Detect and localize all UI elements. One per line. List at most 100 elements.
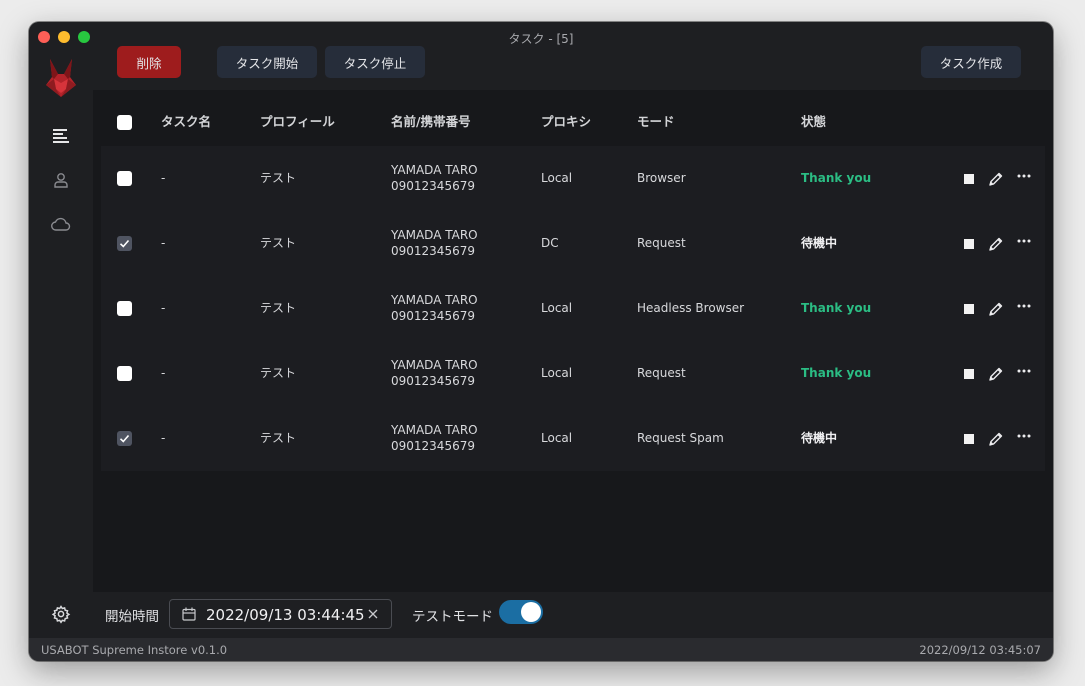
row-checkbox[interactable] [117,301,132,316]
phone-number: 09012345679 [391,374,475,388]
edit-task-button[interactable] [987,170,1005,188]
table-row[interactable]: - テスト YAMADA TARO 09012345679 DC Request 待機中 [101,211,1045,276]
minimize-window-button[interactable] [58,31,70,43]
more-icon [1017,369,1031,373]
user-icon [54,173,68,188]
create-task-button[interactable]: タスク作成 [921,46,1021,78]
app-logo [46,59,76,97]
start-task-button[interactable]: タスク開始 [217,46,317,78]
table-row[interactable]: - テスト YAMADA TARO 09012345679 Local Request Th… [101,341,1045,406]
task-table: - テスト YAMADA TARO 09012345679 Local Browser Th… [101,146,1045,471]
more-actions-button[interactable] [1015,297,1033,315]
edit-task-button[interactable] [987,235,1005,253]
stop-task-row-button[interactable] [960,235,978,253]
bottom-bar: 開始時間 2022/09/13 03:44:45 テストモード [29,592,1053,638]
profile-cell: テスト [260,366,297,380]
status-cell: 待機中 [801,431,838,445]
pencil-icon [989,302,1003,316]
mode-cell: Request Spam [637,431,724,445]
stop-icon [964,369,974,379]
stop-task-button[interactable]: タスク停止 [325,46,425,78]
row-checkbox[interactable] [117,236,132,251]
row-checkbox[interactable] [117,431,132,446]
column-header-mode: モード [637,114,675,129]
stop-task-row-button[interactable] [960,365,978,383]
name-phone-cell: YAMADA TARO 09012345679 [391,422,478,454]
mode-cell: Browser [637,171,686,185]
column-header-task: タスク名 [161,114,212,129]
status-bar: USABOT Supreme Instore v0.1.0 2022/09/12… [29,638,1053,661]
status-cell: 待機中 [801,236,838,250]
test-mode-label: テストモード [412,609,493,625]
stop-icon [964,239,974,249]
select-all-checkbox[interactable] [117,115,132,130]
customer-name: YAMADA TARO [391,358,478,372]
name-phone-cell: YAMADA TARO 09012345679 [391,292,478,324]
column-header-name-phone: 名前/携帯番号 [391,114,471,129]
window-controls [38,31,90,43]
more-icon [1017,304,1031,308]
mode-cell: Headless Browser [637,301,745,315]
table-row[interactable]: - テスト YAMADA TARO 09012345679 Local Browser Th… [101,146,1045,211]
more-actions-button[interactable] [1015,167,1033,185]
name-phone-cell: YAMADA TARO 09012345679 [391,162,478,194]
more-actions-button[interactable] [1015,362,1033,380]
app-window: タスク - [5] 削除 タスク開始 タスク停止 タスク作成 タスク名 プロフィ… [29,22,1053,661]
test-mode-toggle[interactable] [499,600,543,624]
start-time-value: 2022/09/13 03:44:45 [206,606,365,624]
table-header: タスク名 プロフィール 名前/携帯番号 プロキシ モード 状態 [101,102,1045,146]
name-phone-cell: YAMADA TARO 09012345679 [391,357,478,389]
gear-icon[interactable] [51,604,71,624]
pencil-icon [989,237,1003,251]
check-icon [119,239,130,248]
zoom-window-button[interactable] [78,31,90,43]
sidebar-item-profiles[interactable] [51,170,71,190]
status-cell: Thank you [801,171,872,185]
phone-number: 09012345679 [391,439,475,453]
stop-icon [964,304,974,314]
phone-number: 09012345679 [391,309,475,323]
profile-cell: テスト [260,301,297,315]
more-actions-button[interactable] [1015,232,1033,250]
edit-task-button[interactable] [987,430,1005,448]
proxy-cell: Local [541,366,573,380]
customer-name: YAMADA TARO [391,163,478,177]
edit-task-button[interactable] [987,300,1005,318]
row-checkbox[interactable] [117,366,132,381]
window-title: タスク - [5] [508,32,574,46]
customer-name: YAMADA TARO [391,423,478,437]
task-name-cell: - [161,301,166,315]
task-name-cell: - [161,366,166,380]
proxy-cell: Local [541,301,573,315]
stop-task-row-button[interactable] [960,430,978,448]
profile-cell: テスト [260,236,297,250]
sidebar-item-tasks[interactable] [51,126,71,146]
phone-number: 09012345679 [391,244,475,258]
mode-cell: Request [637,236,686,250]
delete-button[interactable]: 削除 [117,46,181,78]
task-name-cell: - [161,236,166,250]
stop-task-row-button[interactable] [960,300,978,318]
start-time-picker[interactable]: 2022/09/13 03:44:45 [169,599,392,629]
sidebar [29,22,93,638]
more-actions-button[interactable] [1015,427,1033,445]
profile-cell: テスト [260,171,297,185]
clear-icon[interactable] [367,608,379,620]
edit-task-button[interactable] [987,365,1005,383]
more-icon [1017,239,1031,243]
calendar-icon [182,607,196,621]
phone-number: 09012345679 [391,179,475,193]
stop-icon [964,174,974,184]
row-checkbox[interactable] [117,171,132,186]
customer-name: YAMADA TARO [391,293,478,307]
proxy-cell: Local [541,431,573,445]
stop-task-row-button[interactable] [960,170,978,188]
cloud-icon [51,217,71,231]
close-window-button[interactable] [38,31,50,43]
column-header-proxy: プロキシ [541,114,592,129]
sidebar-item-proxies[interactable] [51,214,71,234]
table-row[interactable]: - テスト YAMADA TARO 09012345679 Local Headless … [101,276,1045,341]
status-clock: 2022/09/12 03:45:07 [919,643,1041,657]
customer-name: YAMADA TARO [391,228,478,242]
table-row[interactable]: - テスト YAMADA TARO 09012345679 Local Request S… [101,406,1045,471]
